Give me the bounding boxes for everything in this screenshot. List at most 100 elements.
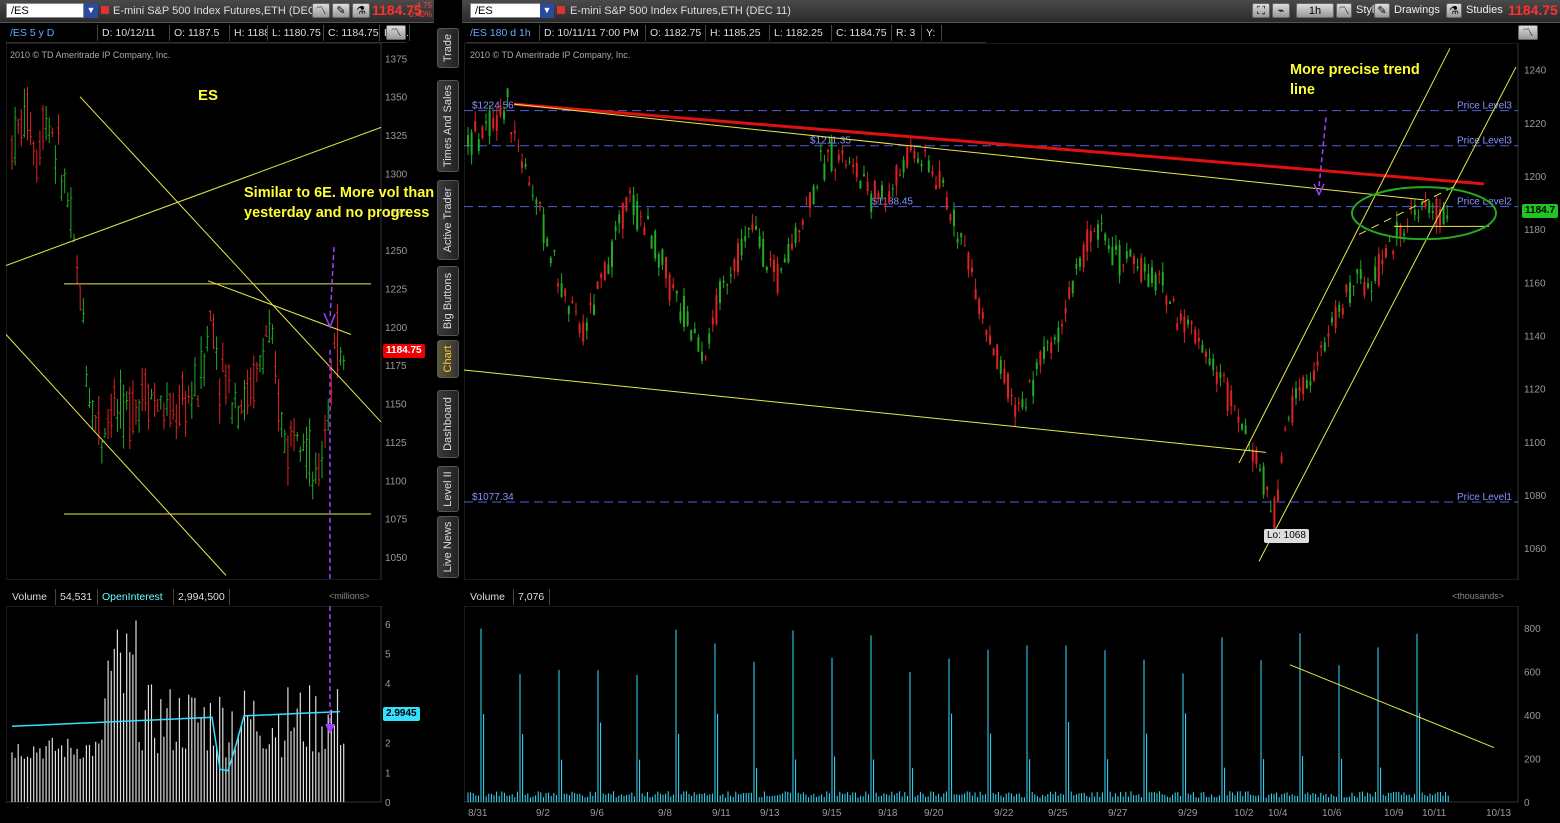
- tab-trade[interactable]: Trade: [437, 28, 459, 68]
- tab-big-buttons[interactable]: Big Buttons: [437, 266, 459, 336]
- tab-live-news[interactable]: Live News: [437, 516, 459, 578]
- right-candle-body: [1424, 201, 1427, 207]
- left-drawings-icon[interactable]: ✎: [332, 3, 350, 18]
- left-chart-menu-icon[interactable]: 〽: [386, 25, 406, 40]
- right-candle-body: [1241, 423, 1243, 430]
- left-x-tick-label: Jul: [16, 807, 29, 808]
- right-candle-body: [953, 209, 955, 227]
- right-candle-body: [1129, 249, 1132, 257]
- right-cursor-icon[interactable]: ⛶: [1252, 3, 1270, 18]
- right-chart-menu-icon[interactable]: 〽: [1518, 25, 1538, 40]
- right-candle-body: [1395, 221, 1398, 237]
- right-lo-label: Lo: 1068: [1264, 529, 1309, 543]
- right-candle-body: [1104, 233, 1107, 241]
- tab-chart[interactable]: Chart: [437, 340, 459, 378]
- left-info-open: O: 1187.5: [170, 25, 230, 41]
- tab-dashboard[interactable]: Dashboard: [437, 390, 459, 458]
- right-x-tick-label: 10/6: [1322, 808, 1342, 819]
- right-candle-body: [1172, 298, 1175, 301]
- left-symbol-dropdown-icon[interactable]: ▼: [84, 3, 98, 18]
- right-volume-tick: 600: [1524, 667, 1541, 678]
- right-candle-body: [942, 179, 945, 183]
- right-candle-body: [1046, 342, 1049, 344]
- right-candle-body: [769, 258, 772, 261]
- left-link-icon[interactable]: [101, 6, 109, 14]
- right-candle-body: [1338, 305, 1341, 312]
- right-symbol-dropdown-icon[interactable]: ▼: [540, 3, 554, 18]
- right-candle-body: [1111, 246, 1114, 266]
- right-candle-body: [1352, 285, 1355, 287]
- right-candle-body: [1417, 217, 1420, 219]
- right-price-chart[interactable]: 1060 1080 1100 1120 1140 1160 1180 1200 1220 1240…: [464, 43, 1558, 580]
- right-x-tick-label: 9/8: [658, 808, 672, 819]
- left-studies-icon[interactable]: ⚗: [352, 3, 370, 18]
- right-drawings-button[interactable]: Drawings: [1394, 4, 1440, 16]
- right-candle-body: [1097, 224, 1099, 240]
- tab-level-ii[interactable]: Level II: [437, 466, 459, 512]
- right-candle-body: [1341, 307, 1344, 315]
- right-candle-body: [485, 121, 487, 124]
- right-lower-channel: [464, 369, 1267, 453]
- right-candle-body: [1226, 381, 1229, 411]
- right-x-tick-label: 10/2: [1234, 808, 1254, 819]
- left-title-bar: /ES ▼ E-mini S&P 500 Index Futures,ETH (…: [0, 0, 434, 23]
- left-oi-tag: 2.9945: [383, 707, 420, 721]
- right-candle-body: [927, 160, 930, 172]
- right-candle-body: [744, 236, 747, 242]
- right-volume-chart[interactable]: 0 200 400 600 800 8/31 9/2 9/6 9/8 9/11 9/13 9/15 9/…: [464, 606, 1558, 823]
- right-candle-body: [560, 283, 563, 297]
- right-y-tick-label: 1060: [1524, 544, 1547, 555]
- right-studies-icon[interactable]: ⚗: [1446, 3, 1462, 18]
- left-volume-units: <millions>: [329, 591, 370, 601]
- right-timeframe-button[interactable]: 1h: [1296, 3, 1334, 18]
- right-candle-body: [1179, 313, 1182, 321]
- left-volume-tick: 4: [385, 679, 391, 690]
- right-studies-button[interactable]: Studies: [1466, 4, 1503, 16]
- right-symbol-input[interactable]: /ES: [470, 3, 542, 18]
- left-price-chart[interactable]: 1050107511001125115011751200122512501275…: [6, 43, 416, 580]
- right-upper-channel: [513, 103, 1425, 201]
- right-candle-body: [1223, 375, 1225, 377]
- right-candle-body: [1100, 222, 1103, 224]
- right-candle-body: [1359, 269, 1362, 279]
- right-link-chain-icon[interactable]: ⌁: [1272, 3, 1290, 18]
- right-candle-body: [848, 161, 851, 163]
- right-candle-body: [1007, 373, 1009, 399]
- right-link-icon[interactable]: [557, 6, 565, 14]
- right-candle-body: [798, 230, 801, 233]
- right-candle-body: [1323, 342, 1326, 352]
- right-style-icon[interactable]: 〽: [1336, 3, 1352, 18]
- tab-times-and-sales[interactable]: Times And Sales: [437, 80, 459, 172]
- right-candle-body: [524, 163, 527, 167]
- right-candle-body: [1233, 405, 1236, 407]
- left-y-tick-label: 1125: [385, 438, 407, 449]
- right-candle-body: [1208, 358, 1211, 365]
- right-candle-body: [1230, 390, 1233, 407]
- right-info-y: Y:: [922, 25, 942, 41]
- tab-active-trader[interactable]: Active Trader: [437, 180, 459, 260]
- right-candle-body: [783, 258, 786, 263]
- right-candle-body: [506, 88, 509, 98]
- right-candle-body: [971, 267, 973, 273]
- right-candle-body: [801, 220, 804, 225]
- left-volume-header: Volume 54,531 OpenInterest 2,994,500: [8, 589, 378, 605]
- left-style-icon[interactable]: 〽: [312, 3, 330, 18]
- right-candle-body: [827, 149, 829, 152]
- right-candle-body: [1183, 316, 1186, 333]
- right-candle-body: [1219, 372, 1222, 378]
- left-symbol-input[interactable]: /ES: [6, 3, 84, 18]
- right-candle-body: [751, 223, 754, 231]
- right-candle-body: [1262, 466, 1265, 495]
- right-volume-tick: 200: [1524, 754, 1541, 765]
- right-candle-body: [747, 227, 750, 230]
- right-candle-body: [733, 259, 736, 271]
- right-candle-body: [510, 132, 513, 135]
- right-annotation: More precise trend line: [1290, 62, 1420, 98]
- right-candle-body: [1305, 380, 1308, 389]
- left-annotation: Similar to 6E. More vol than yesterday a…: [244, 185, 435, 221]
- left-volume-chart[interactable]: 0123456JulAugSepOct: [6, 606, 416, 808]
- left-y-tick-label: 1100: [385, 476, 407, 487]
- right-x-tick-label: 9/29: [1178, 808, 1198, 819]
- right-drawings-icon[interactable]: ✎: [1374, 3, 1390, 18]
- right-candle-body: [715, 295, 718, 324]
